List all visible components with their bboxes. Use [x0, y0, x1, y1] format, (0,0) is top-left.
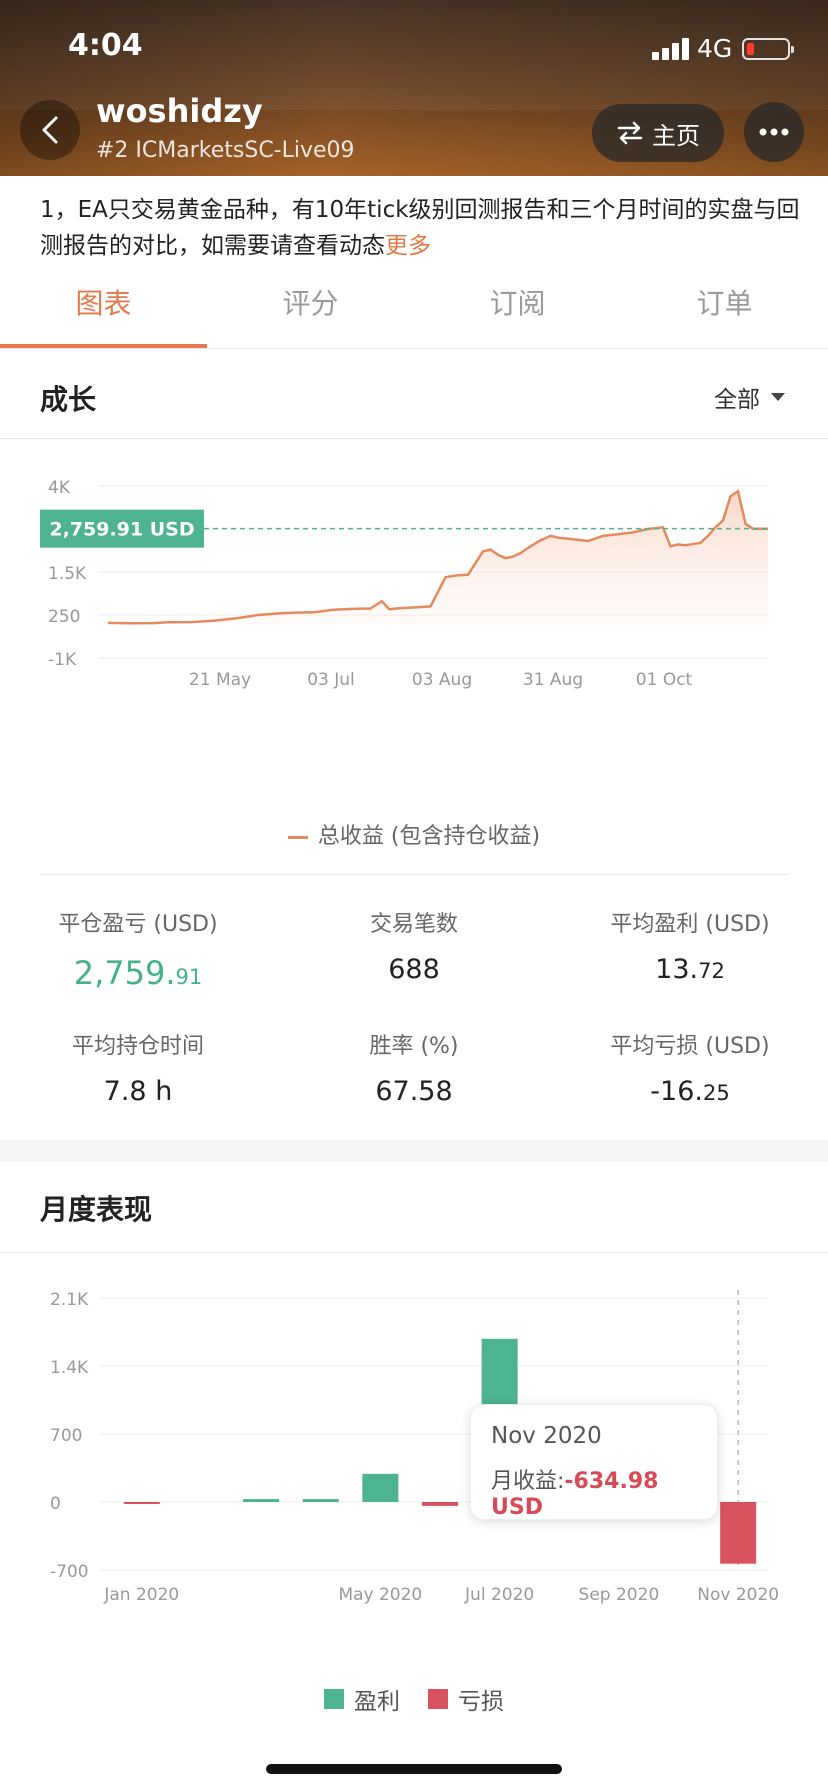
- x-tick-label: 03 Jul: [307, 670, 355, 690]
- stat-label: 平仓盈亏 (USD): [58, 912, 218, 937]
- stat-value-decimal: 91: [175, 965, 203, 989]
- monthly-bar: [123, 1502, 160, 1504]
- home-button[interactable]: 主页: [592, 104, 724, 162]
- x-tick-label: May 2020: [338, 1585, 422, 1605]
- tooltip-row: 月收益:-634.98 USD: [491, 1463, 717, 1520]
- monthly-section-title: 月度表现: [40, 1193, 153, 1226]
- swap-arrows-icon: [617, 121, 643, 145]
- monthly-bar: [362, 1473, 399, 1502]
- stat-avg-hold-time: 平均持仓时间 7.8 h: [0, 1028, 276, 1107]
- legend-line-swatch: [287, 835, 308, 839]
- legend-swatch-profit: [324, 1689, 344, 1709]
- growth-section-title: 成长: [40, 383, 97, 416]
- y-tick-label: 700: [50, 1426, 82, 1446]
- stat-avg-profit: 平均盈利 (USD) 13.72: [552, 906, 828, 985]
- caret-down-icon: [771, 393, 785, 401]
- range-selector-label: 全部: [714, 387, 760, 413]
- y-tick-label: 4K: [48, 478, 71, 498]
- stat-label: 平均持仓时间: [71, 1034, 204, 1059]
- tab-orders[interactable]: 订单: [621, 250, 828, 348]
- y-tick-label: 1.5K: [48, 564, 87, 584]
- legend-item-loss[interactable]: 亏损: [428, 1682, 504, 1716]
- monthly-bar: [422, 1502, 458, 1506]
- x-tick-label: 31 Aug: [523, 670, 583, 690]
- growth-area: [108, 491, 768, 624]
- y-tick-label: 0: [50, 1494, 61, 1514]
- tab-bar: 图表 评分 订阅 订单: [0, 250, 828, 349]
- more-dots-icon: [759, 128, 789, 136]
- stat-value-decimal: 72: [698, 959, 725, 983]
- legend-item-profit[interactable]: 盈利: [324, 1682, 400, 1716]
- bar-tooltip: Nov 2020 月收益:-634.98 USD: [470, 1404, 718, 1520]
- monthly-bar: [243, 1499, 280, 1502]
- y-tick-label: 2.1K: [50, 1290, 89, 1310]
- status-time: 4:04: [68, 28, 143, 63]
- stat-value: 67.58: [276, 1076, 552, 1107]
- legend-swatch-loss: [428, 1689, 448, 1709]
- tab-chart[interactable]: 图表: [0, 250, 207, 348]
- stat-win-rate: 胜率 (%) 67.58: [276, 1028, 552, 1107]
- account-server: #2 ICMarketsSC-Live09: [96, 138, 355, 163]
- y-tick-label: -1K: [48, 650, 77, 670]
- monthly-bar: [720, 1502, 757, 1564]
- y-tick-label: -700: [50, 1562, 89, 1582]
- home-button-label: 主页: [652, 121, 700, 150]
- stat-value-main: -16.: [650, 1076, 703, 1107]
- tooltip-title: Nov 2020: [491, 1423, 602, 1449]
- stat-label: 平均亏损 (USD): [610, 1034, 770, 1059]
- stat-value: 13.72: [552, 954, 828, 985]
- x-tick-label: 01 Oct: [636, 670, 693, 690]
- current-value-label: 2,759.91 USD: [49, 519, 194, 541]
- x-tick-label: Nov 2020: [697, 1585, 779, 1605]
- x-tick-label: Jul 2020: [464, 1585, 534, 1605]
- legend-label: 亏损: [458, 1689, 504, 1715]
- stat-label: 平均盈利 (USD): [610, 912, 770, 937]
- x-tick-label: 21 May: [189, 670, 251, 690]
- section-divider: [0, 438, 828, 439]
- network-type: 4G: [697, 34, 733, 63]
- stat-avg-loss: 平均亏损 (USD) -16.25: [552, 1028, 828, 1107]
- more-button[interactable]: [744, 102, 804, 162]
- legend-label: 盈利: [354, 1689, 400, 1715]
- battery-icon: [742, 38, 794, 60]
- x-tick-label: Sep 2020: [579, 1585, 660, 1605]
- stat-value-main: 688: [388, 954, 440, 985]
- tooltip-label: 月收益:: [491, 1469, 565, 1494]
- range-selector[interactable]: 全部: [714, 380, 786, 414]
- battery-level: [747, 43, 754, 55]
- stat-trade-count: 交易笔数 688: [276, 906, 552, 985]
- back-button[interactable]: [20, 100, 80, 160]
- y-tick-label: 250: [48, 607, 80, 627]
- monthly-bar: [302, 1499, 339, 1502]
- stat-value-decimal: 25: [702, 1081, 730, 1105]
- stat-value-main: 2,759.: [73, 954, 176, 992]
- stat-value-main: 7.8 h: [103, 1076, 173, 1107]
- stat-label: 胜率 (%): [369, 1034, 459, 1059]
- home-indicator: [266, 1764, 562, 1774]
- signal-strength-icon: [652, 38, 689, 60]
- stat-value: 688: [276, 954, 552, 985]
- stat-label: 交易笔数: [369, 912, 458, 937]
- stats-divider: [40, 874, 788, 875]
- active-tab-indicator: [0, 344, 207, 348]
- stat-value: 7.8 h: [0, 1076, 276, 1107]
- stat-value: -16.25: [552, 1076, 828, 1107]
- growth-legend: 总收益 (包含持仓收益): [0, 818, 828, 850]
- x-tick-label: 03 Aug: [412, 670, 472, 690]
- account-name: woshidzy: [96, 92, 263, 130]
- tab-rating[interactable]: 评分: [207, 250, 414, 348]
- section-divider: [0, 1252, 828, 1253]
- stat-value: 2,759.91: [0, 954, 276, 992]
- back-chevron-icon: [42, 116, 58, 144]
- growth-chart: 4K 1.5K 250 -1K 21 May 03 Jul 03 Aug 31 Aug 01 …: [40, 478, 768, 690]
- y-tick-label: 1.4K: [50, 1358, 89, 1378]
- stat-value-main: 67.58: [375, 1076, 453, 1107]
- monthly-legend: 盈利 亏损: [0, 1682, 828, 1716]
- x-tick-label: Jan 2020: [103, 1585, 179, 1605]
- section-separator: [0, 1140, 828, 1162]
- stat-value-main: 13.: [655, 954, 699, 985]
- stat-closed-pnl: 平仓盈亏 (USD) 2,759.91: [0, 906, 276, 992]
- growth-legend-label: 总收益 (包含持仓收益): [317, 824, 541, 849]
- tab-subscribe[interactable]: 订阅: [414, 250, 621, 348]
